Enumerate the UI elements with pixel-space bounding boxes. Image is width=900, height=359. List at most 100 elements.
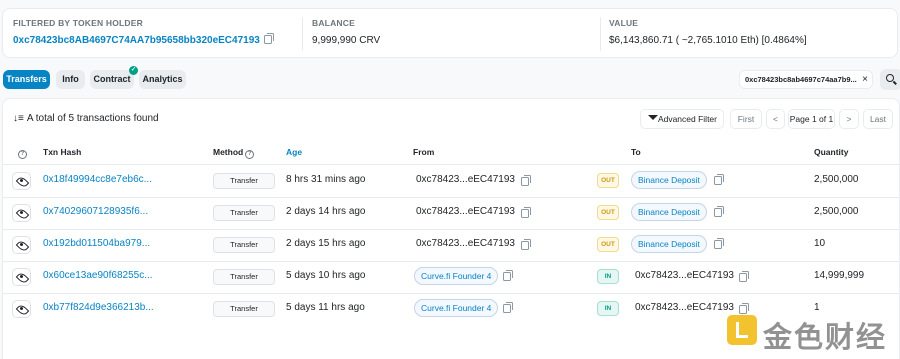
from-address[interactable]: 0xc78423...eEC47193 (416, 174, 515, 185)
tab-info[interactable]: Info (56, 70, 85, 89)
quantity-value: 1 (814, 302, 820, 313)
tab-contract[interactable]: Contract ✓ (90, 66, 138, 89)
search-icon (886, 74, 894, 82)
view-details-icon[interactable] (12, 300, 31, 318)
address-filter-chip[interactable]: 0xc78423bc8ab4697c74aa7b9... × (739, 70, 873, 89)
balance-info: BALANCE 9,999,990 CRV (312, 18, 380, 46)
method-badge: Transfer (213, 301, 275, 317)
header-method: Method? (213, 147, 255, 159)
txn-hash-link[interactable]: 0x60ce13ae90f68255c... (43, 270, 153, 281)
page-indicator: Page 1 of 1 (788, 109, 835, 129)
advanced-filter-label: Advanced Filter (657, 114, 717, 124)
view-details-icon[interactable] (12, 236, 31, 254)
help-icon[interactable]: ? (18, 147, 27, 159)
age-value: 8 hrs 31 mins ago (286, 174, 366, 185)
search-button[interactable] (880, 69, 900, 90)
view-details-icon[interactable] (12, 172, 31, 190)
from-address-label[interactable]: Curve.fi Founder 4 (414, 299, 499, 317)
txn-hash-link[interactable]: 0xb77f824d9e366213b... (43, 302, 154, 313)
header-quantity: Quantity (814, 147, 849, 157)
last-page-button[interactable]: Last (863, 109, 893, 129)
table-row: 0x18f49994cc8e7eb6c... Transfer 8 hrs 31 m… (3, 165, 899, 197)
header-method-label: Method (213, 147, 244, 157)
method-help-icon[interactable]: ? (245, 150, 255, 159)
sort-icon[interactable]: ↓≡ (13, 113, 24, 124)
copy-icon[interactable] (521, 239, 531, 250)
method-badge: Transfer (213, 205, 275, 221)
value-info: VALUE $6,143,860.71 ( ~2,765.1010 Eth) [… (609, 18, 807, 46)
to-address-text[interactable]: Binance Deposit (638, 175, 700, 185)
copy-icon[interactable] (503, 302, 513, 313)
divider (302, 17, 303, 51)
from-address[interactable]: 0xc78423...eEC47193 (416, 238, 515, 249)
total-transactions: ↓≡ A total of 5 transactions found (13, 113, 159, 124)
from-address-text[interactable]: Curve.fi Founder 4 (421, 271, 491, 281)
total-text: A total of 5 transactions found (26, 113, 159, 124)
txn-hash-link[interactable]: 0x192bd011504ba979... (43, 238, 150, 249)
copy-icon[interactable] (739, 271, 749, 282)
copy-icon[interactable] (714, 206, 724, 217)
tab-analytics[interactable]: Analytics (139, 70, 186, 89)
to-address-label[interactable]: Binance Deposit (631, 235, 707, 253)
table-row: 0x74029607128935f6... Transfer 2 days 14 h… (3, 197, 899, 229)
txn-hash-link[interactable]: 0x74029607128935f6... (43, 206, 148, 217)
direction-badge: OUT (597, 205, 619, 220)
quantity-value: 2,500,000 (814, 174, 859, 185)
view-details-icon[interactable] (12, 268, 31, 286)
value-value: $6,143,860.71 ( ~2,765.1010 Eth) [0.4864… (609, 35, 807, 46)
table-row: 0x60ce13ae90f68255c... Transfer 5 days 10 … (3, 261, 899, 293)
next-page-button[interactable]: > (839, 109, 859, 129)
prev-page-button[interactable]: < (766, 109, 785, 129)
copy-icon[interactable] (714, 238, 724, 249)
to-address-label[interactable]: Binance Deposit (631, 203, 707, 221)
from-address[interactable]: 0xc78423...eEC47193 (416, 206, 515, 217)
value-label: VALUE (609, 18, 639, 28)
from-address-text[interactable]: Curve.fi Founder 4 (421, 303, 491, 313)
filter-info: FILTERED BY TOKEN HOLDER 0xc78423bc8AB46… (13, 18, 274, 46)
method-badge: Transfer (213, 269, 275, 285)
filter-address-text[interactable]: 0xc78423bc8AB4697C74AA7b95658bb320eEC471… (13, 35, 260, 46)
copy-icon[interactable] (521, 175, 531, 186)
table-row: 0x192bd011504ba979... Transfer 2 days 15 h… (3, 229, 899, 261)
method-badge: Transfer (213, 237, 275, 253)
watermark-text: 金色财经 (763, 322, 888, 354)
quantity-value: 2,500,000 (814, 206, 859, 217)
copy-icon[interactable] (714, 174, 724, 185)
copy-icon[interactable] (503, 270, 513, 281)
age-value: 2 days 15 hrs ago (286, 238, 366, 249)
to-address[interactable]: 0xc78423...eEC47193 (635, 302, 734, 313)
to-address-label[interactable]: Binance Deposit (631, 171, 707, 189)
to-address-text[interactable]: Binance Deposit (638, 207, 700, 217)
copy-icon[interactable] (263, 33, 274, 44)
direction-badge: IN (597, 301, 619, 316)
close-icon[interactable]: × (862, 71, 868, 88)
quantity-value: 14,999,999 (814, 270, 865, 281)
age-value: 2 days 14 hrs ago (286, 206, 366, 217)
direction-badge: IN (597, 269, 619, 284)
to-address[interactable]: 0xc78423...eEC47193 (635, 270, 734, 281)
copy-icon[interactable] (521, 207, 531, 218)
filter-label: FILTERED BY TOKEN HOLDER (13, 18, 143, 28)
copy-icon[interactable] (739, 303, 749, 314)
from-address-label[interactable]: Curve.fi Founder 4 (414, 267, 499, 285)
age-value: 5 days 11 hrs ago (286, 302, 365, 313)
first-page-button[interactable]: First (730, 109, 762, 129)
divider (600, 17, 601, 51)
to-address-text[interactable]: Binance Deposit (638, 239, 700, 249)
view-details-icon[interactable] (12, 204, 31, 222)
txn-hash-link[interactable]: 0x18f49994cc8e7eb6c... (43, 174, 152, 185)
direction-badge: OUT (597, 237, 619, 252)
header-age[interactable]: Age (286, 147, 302, 157)
filter-address[interactable]: 0xc78423bc8AB4697C74AA7b95658bb320eEC471… (13, 33, 274, 46)
balance-value: 9,999,990 CRV (312, 35, 381, 46)
filter-icon (648, 115, 658, 120)
direction-badge: OUT (597, 173, 619, 188)
token-holder-summary: FILTERED BY TOKEN HOLDER 0xc78423bc8AB46… (2, 8, 898, 58)
tab-contract-label[interactable]: Contract (93, 74, 130, 84)
advanced-filter-button[interactable]: Advanced Filter (640, 109, 724, 129)
balance-label: BALANCE (312, 18, 355, 28)
watermark-logo-icon (727, 315, 757, 345)
age-value: 5 days 10 hrs ago (286, 270, 366, 281)
tab-transfers[interactable]: Transfers (3, 70, 50, 89)
quantity-value: 10 (814, 238, 826, 249)
